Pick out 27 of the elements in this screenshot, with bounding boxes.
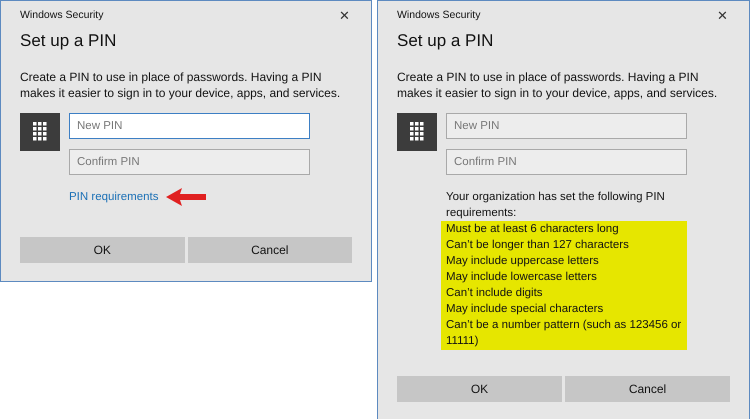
ok-button[interactable]: OK <box>397 376 562 402</box>
close-button[interactable]: ✕ <box>337 8 352 22</box>
requirement-text: Must be at least 6 characters long <box>446 222 620 237</box>
ok-button[interactable]: OK <box>20 237 184 263</box>
window-title: Windows Security <box>20 9 104 21</box>
pin-input-field[interactable]: New PIN <box>446 113 687 139</box>
cancel-button[interactable]: Cancel <box>565 376 730 402</box>
pin-input-field[interactable]: Confirm PIN <box>446 149 687 175</box>
requirement-text: Can’t be longer than 127 characters <box>446 238 630 253</box>
requirement-text: Can’t include digits <box>446 286 544 301</box>
window-title: Windows Security <box>397 9 480 21</box>
requirements-intro: Your organization has set the following PIN requirements: <box>446 190 666 221</box>
requirement-text: May include lowercase letters <box>446 270 598 285</box>
pin-input-field[interactable]: Confirm PIN <box>69 149 310 175</box>
description-text: Create a PIN to use in place of passwords. Having a PIN makes it easier to sign in to your device, apps, and services. <box>20 69 342 101</box>
keypad-icon <box>410 122 424 142</box>
requirement-text: May include uppercase letters <box>446 254 600 269</box>
cancel-button[interactable]: Cancel <box>188 237 352 263</box>
keypad-icon <box>33 122 47 142</box>
close-button[interactable]: ✕ <box>715 8 730 22</box>
dialog-heading: Set up a PIN <box>397 31 494 51</box>
dialog-heading: Set up a PIN <box>20 31 118 51</box>
requirement-text: May include special characters <box>446 302 604 317</box>
description-text: Create a PIN to use in place of passwords. Having a PIN makes it easier to sign in to your device, apps, and services. <box>397 69 718 101</box>
requirement-text: Can’t be a number pattern (such as 123456 or 11111) <box>446 318 682 349</box>
pin-requirements-link[interactable]: PIN requirements <box>69 191 158 203</box>
pin-input-field[interactable]: New PIN <box>69 113 310 139</box>
